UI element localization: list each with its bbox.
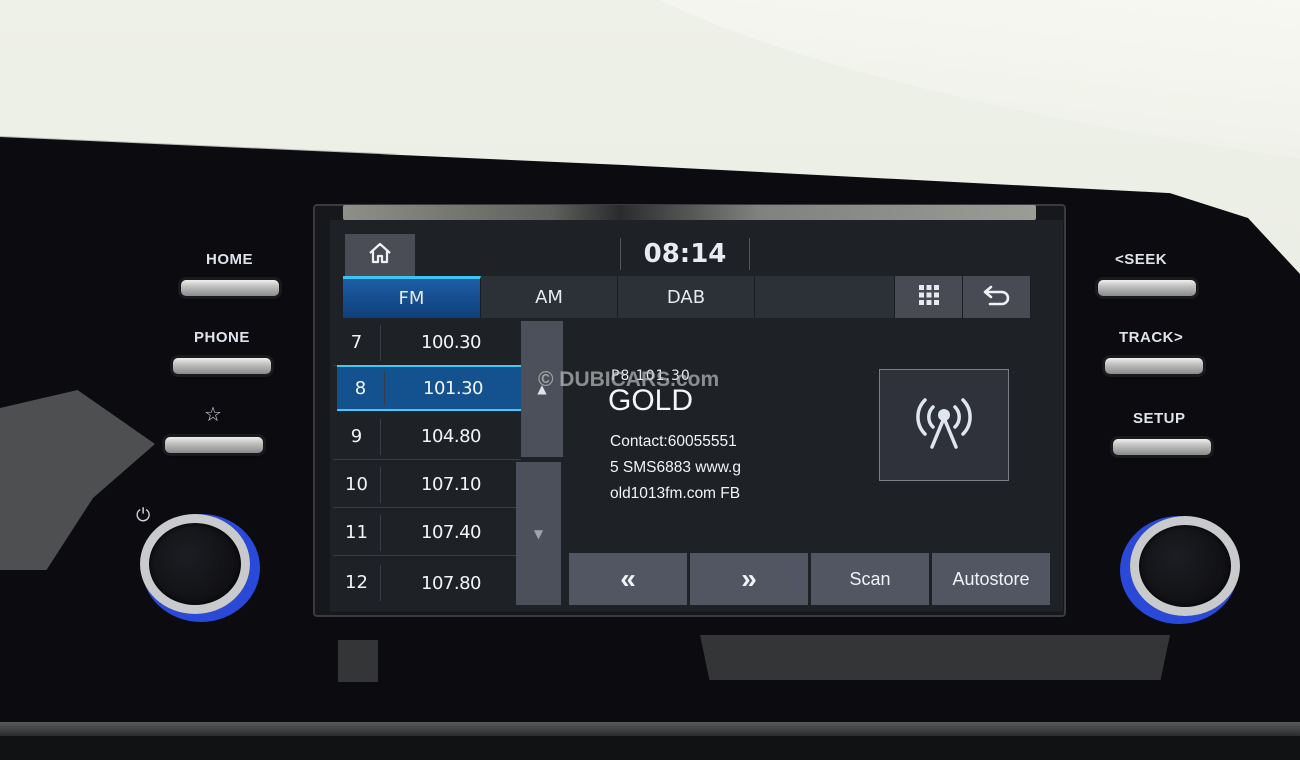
home-button[interactable] xyxy=(345,234,415,276)
double-chevron-right-icon: » xyxy=(741,563,757,594)
preset-number: 11 xyxy=(333,514,381,551)
setup-hardkey[interactable] xyxy=(1113,439,1211,455)
dashboard-lower xyxy=(0,736,1300,760)
preset-frequency: 107.10 xyxy=(421,474,481,495)
tab-fm[interactable]: FM xyxy=(343,276,481,318)
preset-frequency: 101.30 xyxy=(423,377,483,399)
menu-button[interactable] xyxy=(895,276,963,318)
seek-forward-button[interactable]: » xyxy=(690,553,808,605)
volume-knob[interactable] xyxy=(140,514,250,614)
preset-item[interactable]: 9 104.80 xyxy=(333,414,521,460)
back-icon xyxy=(982,284,1012,311)
home-hardkey[interactable] xyxy=(181,280,279,296)
station-logo-placeholder xyxy=(879,369,1009,481)
preset-item-selected[interactable]: 8 101.30 xyxy=(337,365,521,411)
preset-item[interactable]: 10 107.10 xyxy=(333,462,521,508)
clock: 08:14 xyxy=(620,238,750,270)
background-wall xyxy=(553,0,1300,177)
scan-button[interactable]: Scan xyxy=(811,553,929,605)
triangle-down-icon: ▼ xyxy=(533,526,544,541)
rds-text-line: Contact:60055551 xyxy=(610,433,737,450)
preset-frequency: 100.30 xyxy=(421,332,481,353)
grid-menu-icon xyxy=(918,284,940,311)
phone-hardkey[interactable] xyxy=(173,358,271,374)
preset-frequency: 107.80 xyxy=(421,572,481,594)
favorite-hardkey[interactable] xyxy=(165,437,263,453)
preset-item[interactable]: 11 107.40 xyxy=(333,510,521,556)
seek-hardkey-label: <SEEK xyxy=(1115,251,1168,268)
radio-signal-icon xyxy=(909,391,979,459)
knob-ring xyxy=(140,514,250,614)
power-icon: ⏻ xyxy=(136,505,151,526)
phone-hardkey-label: PHONE xyxy=(194,329,250,346)
band-tabs: FM AM DAB xyxy=(343,276,1033,318)
tab-spacer xyxy=(755,276,895,318)
preset-list: 7 100.30 8 101.30 9 104.80 10 107.10 11 … xyxy=(333,320,521,606)
setup-hardkey-label: SETUP xyxy=(1133,410,1186,427)
preset-item[interactable]: 12 107.80 xyxy=(333,560,521,606)
tab-dab[interactable]: DAB xyxy=(618,276,755,318)
track-hardkey[interactable] xyxy=(1105,358,1203,374)
preset-number: 9 xyxy=(333,418,381,455)
double-chevron-left-icon: « xyxy=(620,563,636,594)
back-button[interactable] xyxy=(963,276,1031,318)
scroll-down-button[interactable]: ▼ xyxy=(516,462,561,605)
preset-frequency: 104.80 xyxy=(421,426,481,447)
seek-back-button[interactable]: « xyxy=(569,553,687,605)
autostore-button[interactable]: Autostore xyxy=(932,553,1050,605)
panel-reflection xyxy=(338,640,378,682)
preset-number: 8 xyxy=(337,371,385,405)
track-hardkey-label: TRACK> xyxy=(1119,329,1184,346)
watermark: © DUBICARS.com xyxy=(538,368,720,391)
panel-reflection xyxy=(700,635,1170,680)
preset-item[interactable]: 7 100.30 xyxy=(333,320,521,366)
rds-text-line: old1013fm.com FB xyxy=(610,485,741,502)
preset-number: 10 xyxy=(333,466,381,503)
preset-number: 7 xyxy=(333,324,381,361)
screen-bezel-highlight xyxy=(343,205,1036,220)
home-icon xyxy=(367,241,393,269)
rds-text-line: 5 SMS6883 www.g xyxy=(610,459,741,476)
tab-am[interactable]: AM xyxy=(481,276,618,318)
dashboard-trim xyxy=(0,722,1300,736)
tuner-controls: « » Scan Autostore xyxy=(569,553,1050,605)
preset-frequency: 107.40 xyxy=(421,522,481,543)
tune-knob[interactable] xyxy=(1130,516,1240,616)
home-hardkey-label: HOME xyxy=(206,251,253,268)
seek-hardkey[interactable] xyxy=(1098,280,1196,296)
knob-ring xyxy=(1130,516,1240,616)
preset-number: 12 xyxy=(333,564,381,602)
star-icon: ☆ xyxy=(204,402,222,426)
